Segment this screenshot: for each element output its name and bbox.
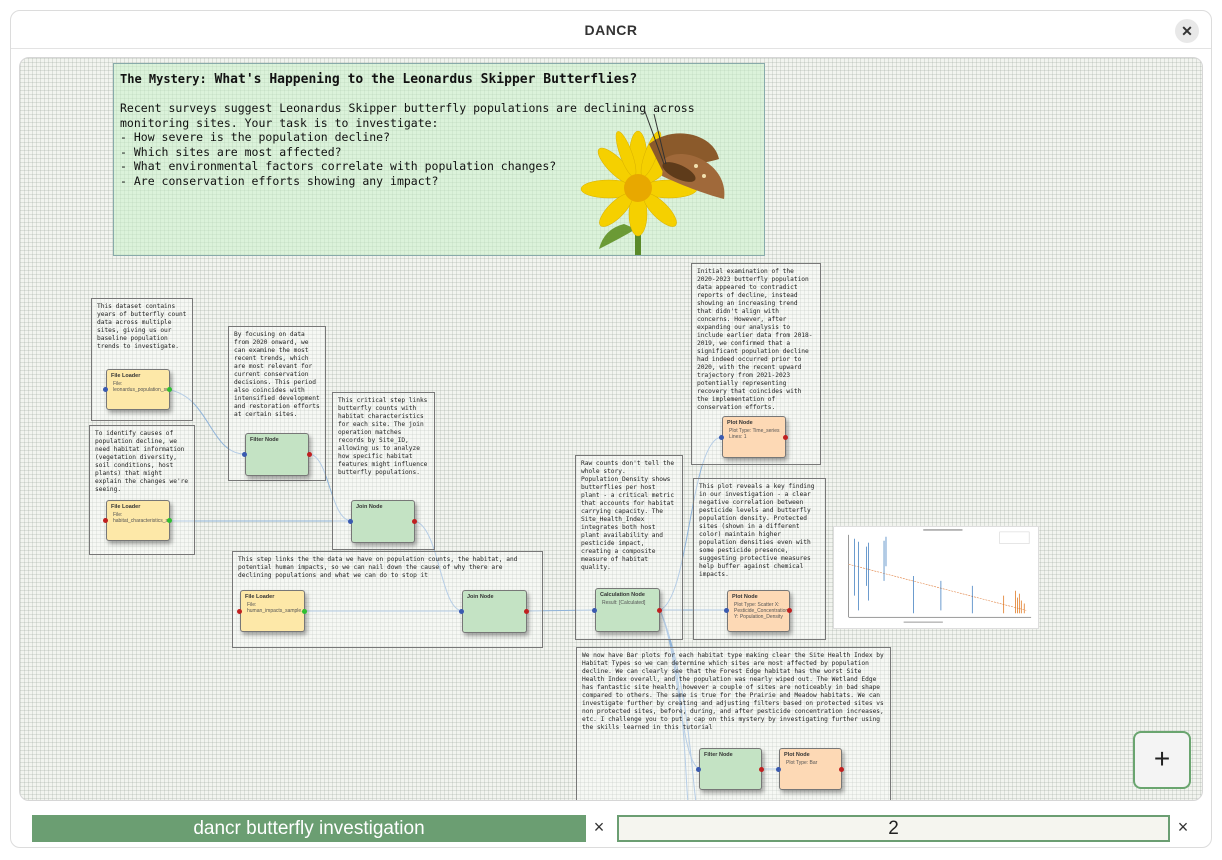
input-port[interactable] <box>103 387 108 392</box>
input-port[interactable] <box>719 435 724 440</box>
node-title: Plot Node <box>732 594 758 600</box>
node-title: File Loader <box>111 373 141 379</box>
tab-bar: dancr butterfly investigation × 2 × <box>11 811 1211 847</box>
window-title: DANCR <box>584 22 638 38</box>
input-port[interactable] <box>103 518 108 523</box>
workflow-canvas[interactable]: The Mystery: What's Happening to the Leo… <box>19 57 1203 801</box>
node-title: File Loader <box>111 504 141 510</box>
file-loader-node-surveys[interactable]: File Loader File: leonardus_population_s… <box>106 369 170 410</box>
note-dataset-text: This dataset contains years of butterfly… <box>97 303 187 350</box>
node-detail: Result: [Calculated] <box>602 600 646 606</box>
output-port[interactable] <box>167 387 172 392</box>
file-loader-node-impacts[interactable]: File Loader File: human_impacts_sample.c… <box>240 590 305 632</box>
output-port[interactable] <box>657 608 662 613</box>
output-port[interactable] <box>167 518 172 523</box>
plot-node-bar[interactable]: Plot Node Plot Type: Bar <box>779 748 842 790</box>
note-initial-exam-text: Initial examination of the 2020-2023 but… <box>697 268 813 411</box>
node-detail: File: human_impacts_sample.csv <box>247 602 305 614</box>
calculation-node[interactable]: Calculation Node Result: [Calculated] <box>595 588 660 632</box>
node-title: Filter Node <box>250 437 279 443</box>
file-loader-node-habitat[interactable]: File Loader File: habitat_characteristic… <box>106 500 170 541</box>
node-title: File Loader <box>245 594 275 600</box>
output-port[interactable] <box>412 519 417 524</box>
node-detail: File: habitat_characteristics_sample.csv <box>113 512 169 524</box>
node-detail: Plot Type: Scatter X: Pesticide_Concentr… <box>734 602 789 620</box>
close-icon[interactable]: ✕ <box>1175 19 1199 43</box>
join-node-habitat[interactable]: Join Node <box>351 500 415 543</box>
node-detail: Plot Type: Time_series Lines: 1 <box>729 428 780 440</box>
output-port[interactable] <box>759 767 764 772</box>
output-port[interactable] <box>302 609 307 614</box>
input-port[interactable] <box>592 608 597 613</box>
tab-close-icon[interactable]: × <box>1173 817 1193 837</box>
filter-node-year[interactable]: Filter Node <box>245 433 309 476</box>
mystery-title-prefix: The Mystery: <box>120 72 207 86</box>
scatter-plot-thumbnail <box>833 526 1039 629</box>
note-bar-plots-text: We now have Bar plots for each habitat t… <box>582 652 884 731</box>
note-impacts-text: This step links the the data we have on … <box>238 556 518 579</box>
output-port[interactable] <box>524 609 529 614</box>
node-detail: File: leonardus_population_surveys_sampl… <box>113 381 170 393</box>
butterfly-flower-image <box>580 108 725 255</box>
node-title: Plot Node <box>784 752 810 758</box>
tab-2[interactable]: 2 <box>617 815 1170 842</box>
input-port[interactable] <box>348 519 353 524</box>
input-port[interactable] <box>776 767 781 772</box>
mystery-title: The Mystery: What's Happening to the Leo… <box>120 72 758 87</box>
input-port[interactable] <box>237 609 242 614</box>
title-bar: DANCR ✕ <box>11 11 1211 49</box>
node-title: Filter Node <box>704 752 733 758</box>
node-title: Join Node <box>356 504 383 510</box>
app-window: DANCR ✕ The Mystery: What's Happening to… <box>10 10 1212 848</box>
input-port[interactable] <box>242 452 247 457</box>
mystery-title-text: What's Happening to the Leonardus Skippe… <box>214 72 638 87</box>
input-port[interactable] <box>459 609 464 614</box>
note-join-text: This critical step links butterfly count… <box>338 397 428 476</box>
tab-close-icon[interactable]: × <box>589 817 609 837</box>
add-node-button[interactable]: + <box>1133 731 1191 789</box>
join-node-impacts[interactable]: Join Node <box>462 590 527 633</box>
node-title: Plot Node <box>727 420 753 426</box>
plot-node-time-series[interactable]: Plot Node Plot Type: Time_series Lines: … <box>722 416 786 458</box>
output-port[interactable] <box>307 452 312 457</box>
output-port[interactable] <box>787 608 792 613</box>
input-port[interactable] <box>724 608 729 613</box>
node-title: Join Node <box>467 594 494 600</box>
filter-node-habitat-type[interactable]: Filter Node <box>699 748 762 790</box>
node-detail: Plot Type: Bar <box>786 760 818 766</box>
input-port[interactable] <box>696 767 701 772</box>
plot-node-scatter[interactable]: Plot Node Plot Type: Scatter X: Pesticid… <box>727 590 790 632</box>
output-port[interactable] <box>783 435 788 440</box>
note-habitat-text: To identify causes of population decline… <box>95 430 189 493</box>
note-raw-counts-text: Raw counts don't tell the whole story. P… <box>581 460 675 571</box>
output-port[interactable] <box>839 767 844 772</box>
note-key-finding-text: This plot reveals a key finding in our i… <box>699 483 815 578</box>
tab-dancr-butterfly-investigation[interactable]: dancr butterfly investigation <box>32 815 586 842</box>
node-title: Calculation Node <box>600 592 645 598</box>
mystery-panel: The Mystery: What's Happening to the Leo… <box>113 63 765 256</box>
note-focus-text: By focusing on data from 2020 onward, we… <box>234 331 320 418</box>
